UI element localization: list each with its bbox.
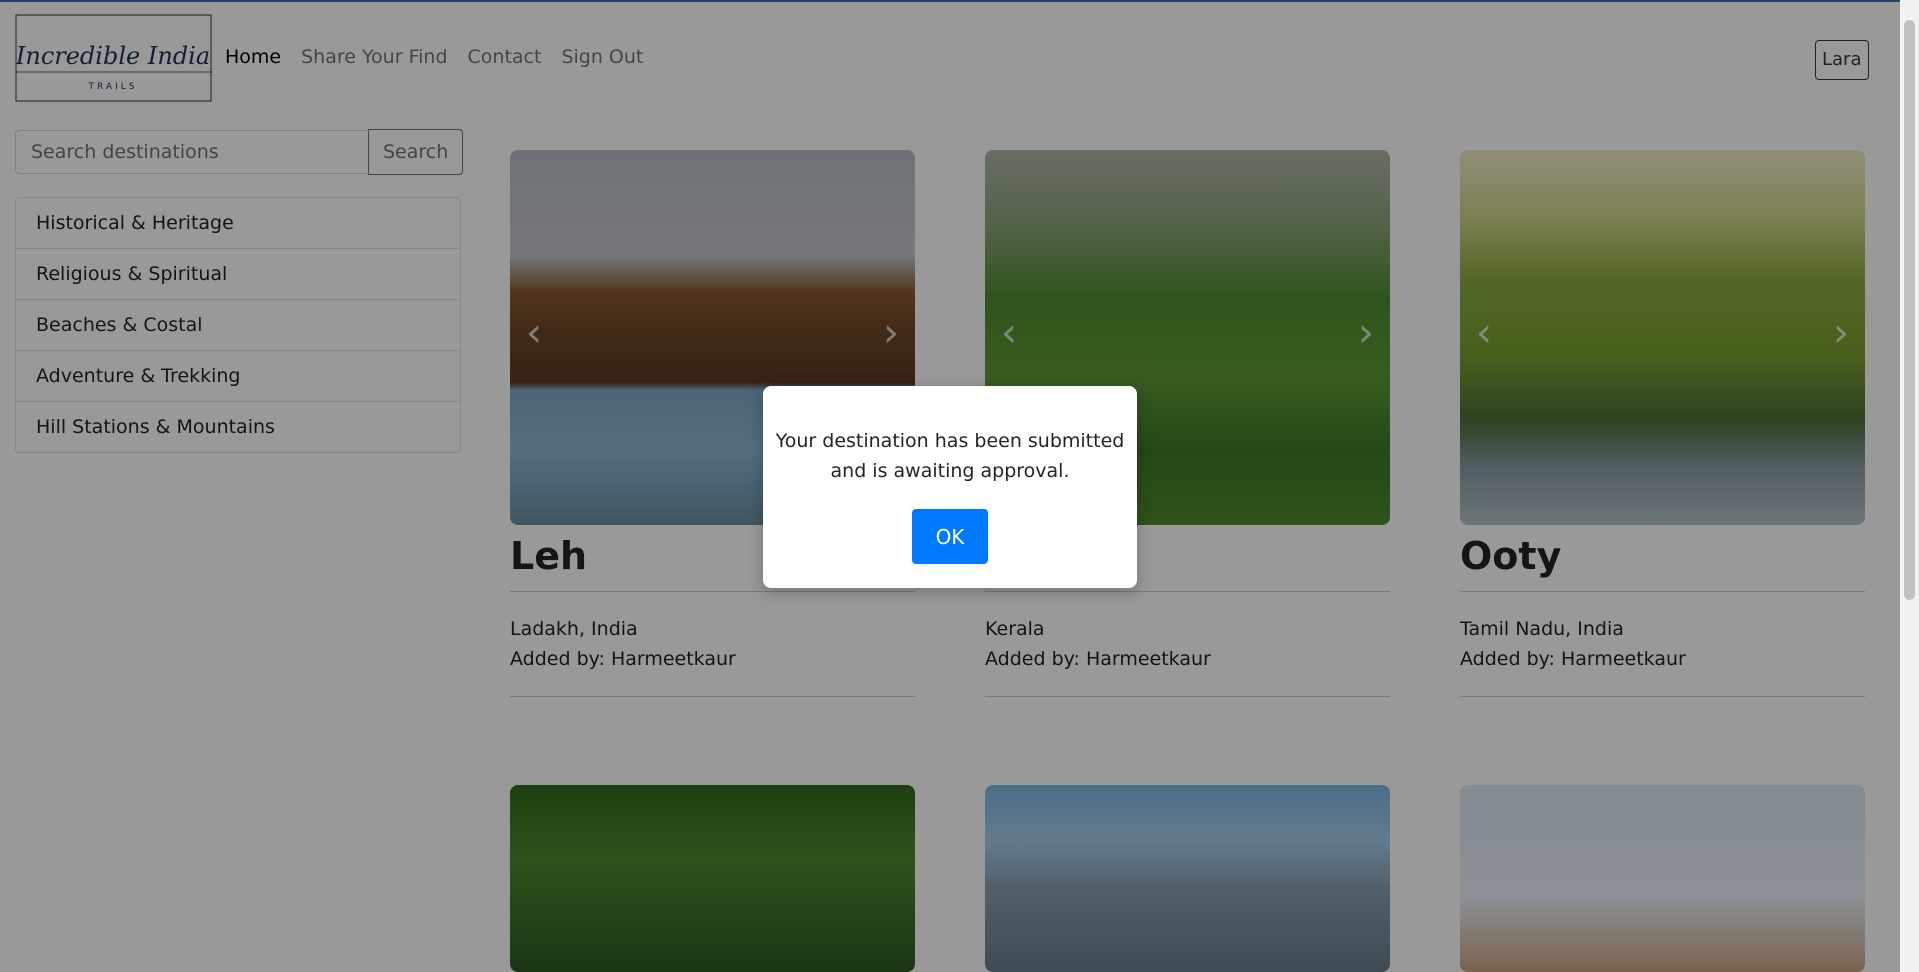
approval-dialog: Your destination has been submitted and … [763,386,1137,588]
dialog-message-line1: Your destination has been submitted [775,430,1125,452]
ok-button[interactable]: OK [912,509,988,564]
dialog-message-line2: and is awaiting approval. [830,460,1070,482]
scrollbar-thumb[interactable] [1904,20,1915,600]
dialog-message: Your destination has been submitted and … [763,426,1137,486]
